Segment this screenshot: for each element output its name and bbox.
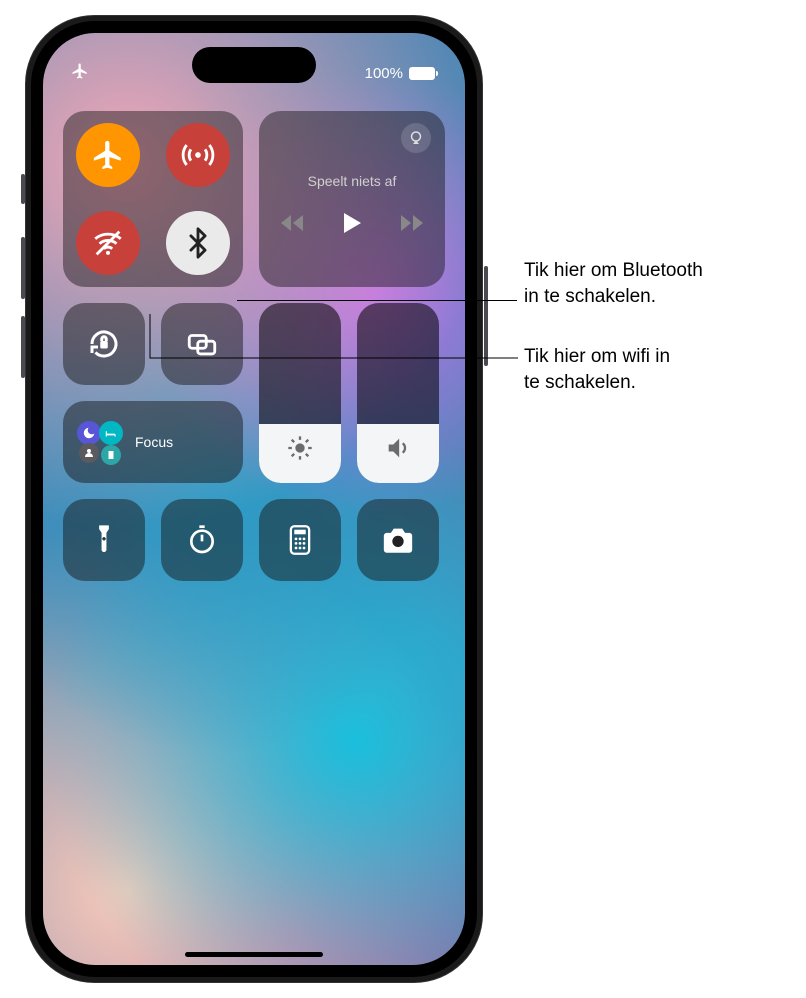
media-next-button[interactable] (397, 212, 423, 239)
calculator-button[interactable] (259, 499, 341, 581)
bluetooth-button[interactable] (166, 211, 230, 275)
battery-status: 100% (365, 65, 435, 82)
phone-silent-switch (21, 174, 25, 204)
focus-button[interactable]: Focus (63, 401, 243, 483)
flashlight-button[interactable] (63, 499, 145, 581)
phone-volume-down-button (21, 316, 25, 378)
home-indicator[interactable] (185, 952, 323, 957)
cellular-data-button[interactable] (166, 123, 230, 187)
moon-icon (77, 421, 101, 445)
person-icon (79, 443, 99, 463)
phone-volume-up-button (21, 237, 25, 299)
orientation-lock-button[interactable] (63, 303, 145, 385)
control-center-screen: 100% (43, 33, 465, 965)
media-panel[interactable]: Speelt niets af (259, 111, 445, 287)
bed-icon (99, 421, 123, 445)
airplane-mode-button[interactable] (76, 123, 140, 187)
phone-frame: 100% (26, 16, 482, 982)
media-play-button[interactable] (341, 211, 363, 240)
callout-line-wifi (150, 314, 518, 364)
media-controls (273, 211, 431, 240)
focus-label: Focus (135, 434, 173, 450)
airplay-button[interactable] (401, 123, 431, 153)
focus-icon-cluster (75, 417, 125, 467)
connectivity-panel[interactable] (63, 111, 243, 287)
wifi-button[interactable] (76, 211, 140, 275)
timer-button[interactable] (161, 499, 243, 581)
media-previous-button[interactable] (281, 212, 307, 239)
callout-line-bluetooth (237, 300, 517, 301)
camera-button[interactable] (357, 499, 439, 581)
building-icon (101, 445, 121, 465)
airplane-status-icon (71, 62, 89, 84)
dynamic-island (192, 47, 316, 83)
callout-wifi: Tik hier om wifi in te schakelen. (524, 344, 670, 396)
now-playing-status: Speelt niets af (273, 173, 431, 189)
battery-icon (409, 67, 435, 80)
volume-icon (384, 434, 412, 467)
phone-bezel: 100% (31, 21, 477, 977)
battery-percent-label: 100% (365, 65, 403, 82)
brightness-icon (286, 434, 314, 467)
callout-bluetooth: Tik hier om Bluetooth in te schakelen. (524, 258, 703, 310)
